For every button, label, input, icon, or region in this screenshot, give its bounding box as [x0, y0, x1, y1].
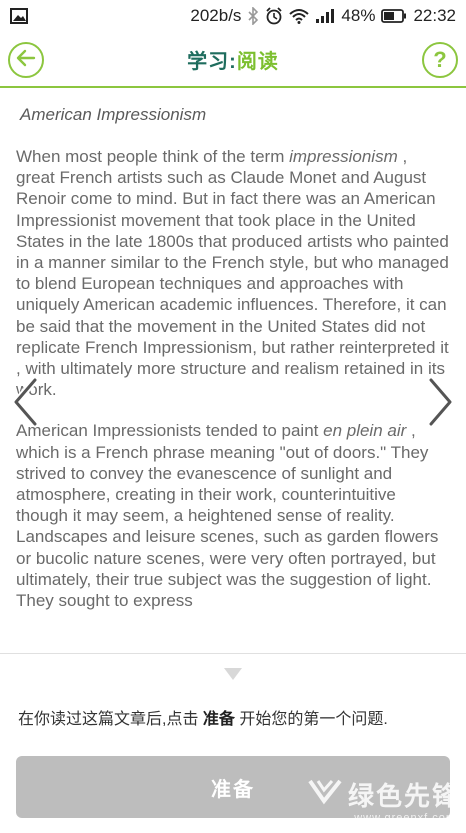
alarm-icon: [265, 7, 283, 25]
reading-passage[interactable]: American Impressionism When most people …: [0, 90, 466, 652]
back-button[interactable]: [8, 42, 44, 78]
question-mark-icon: ?: [433, 47, 447, 72]
ready-button-label: 准备: [211, 778, 255, 801]
article-title: American Impressionism: [20, 105, 207, 124]
next-page-button[interactable]: [426, 376, 456, 432]
network-speed: 202b/s: [190, 6, 242, 25]
battery-icon: [381, 9, 407, 23]
paragraph-1: When most people think of the term impre…: [16, 147, 449, 400]
image-icon: [10, 8, 28, 24]
watermark-logo-icon: [308, 777, 342, 812]
instruction-text: 在你读过这篇文章后,点击 准备 开始您的第一个问题.: [18, 711, 388, 728]
watermark-url: www.greenxf.com: [354, 812, 456, 824]
signal-icon: [315, 8, 335, 24]
paragraph-2: American Impressionists tended to paint …: [16, 421, 439, 611]
wifi-icon: [289, 8, 310, 24]
status-bar: 202b/s 48% 22:32: [0, 0, 466, 32]
previous-page-button[interactable]: [10, 376, 40, 432]
chevron-left-icon: [11, 376, 39, 432]
help-button[interactable]: ?: [422, 42, 458, 78]
chevron-right-icon: [427, 376, 455, 432]
scroll-down-icon[interactable]: [224, 668, 242, 680]
watermark-text: 绿色先锋: [347, 781, 460, 811]
watermark: 绿色先锋: [308, 776, 460, 813]
app-header: 学习:阅读 ?: [0, 32, 466, 88]
title-prefix: 学习:: [187, 50, 237, 73]
title-main: 阅读: [236, 50, 279, 73]
divider: [0, 653, 466, 654]
clock: 22:32: [413, 6, 456, 25]
back-arrow-icon: [16, 49, 36, 72]
battery-percent: 48%: [341, 6, 376, 25]
page-title: 学习:阅读: [187, 45, 279, 74]
bluetooth-icon: [247, 7, 259, 25]
